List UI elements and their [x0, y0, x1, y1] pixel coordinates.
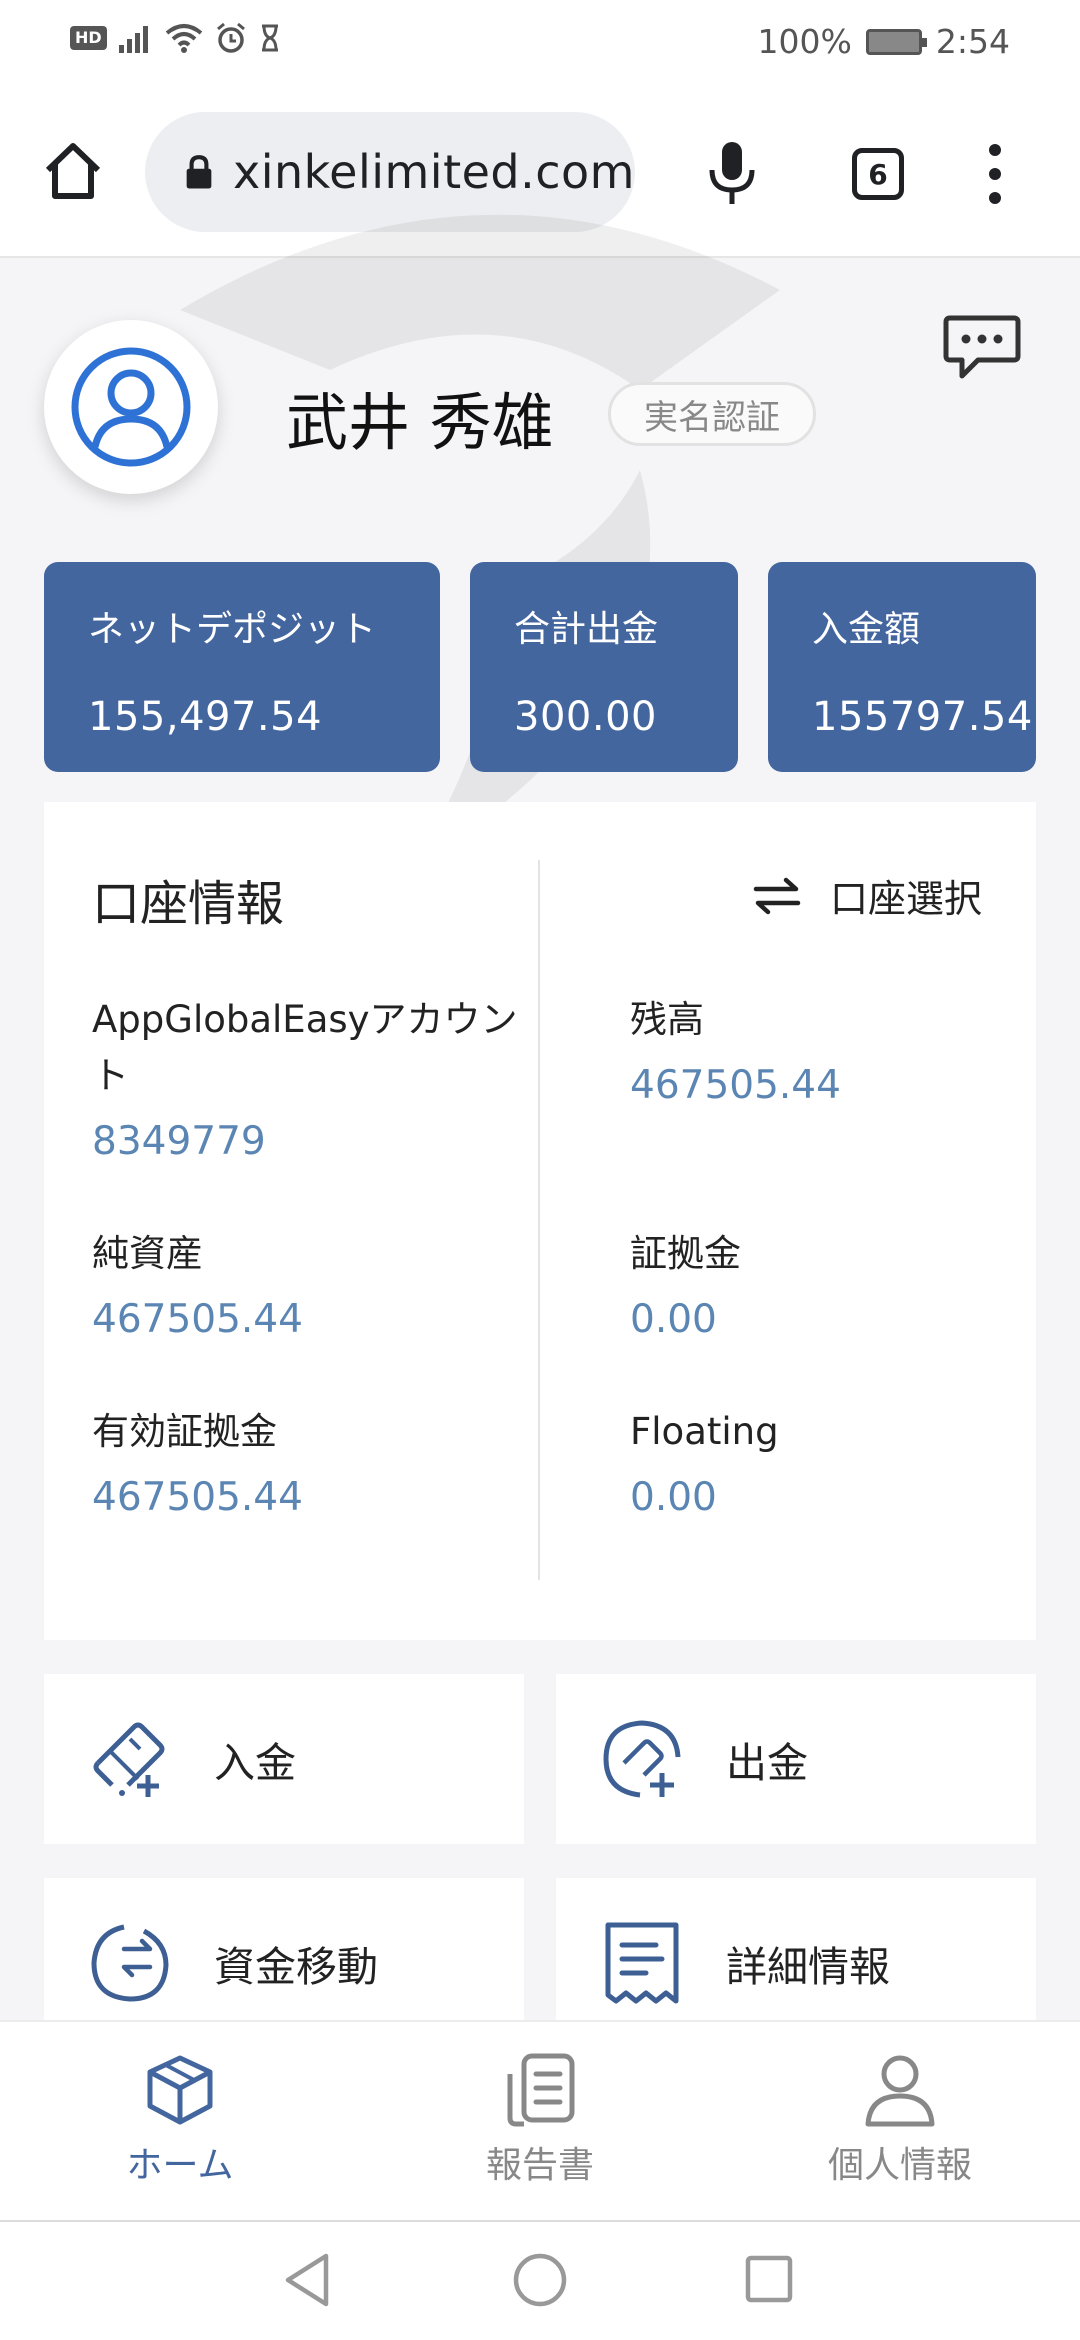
back-triangle-icon — [285, 2253, 329, 2307]
watermark-logo — [180, 214, 780, 870]
alarm-icon — [216, 22, 245, 53]
system-home-button[interactable] — [512, 2252, 568, 2312]
more-vertical-icon — [989, 144, 1001, 204]
withdraw-label: 出金 — [726, 1739, 808, 1787]
balance-field: 残高 467505.44 — [630, 992, 841, 1114]
deposit-button[interactable]: 入金 — [44, 1674, 524, 1844]
recent-square-icon — [745, 2255, 793, 2303]
deposit-amount-value: 155797.54 — [812, 694, 1033, 740]
status-bar: HD 100% 2:54 — [0, 0, 1080, 90]
bottom-navigation: ホーム 報告書 個人情報 — [0, 2020, 1080, 2220]
verification-badge[interactable]: 実名認証 — [608, 382, 816, 446]
total-withdraw-card: 合計出金 300.00 — [470, 562, 738, 772]
message-button[interactable] — [942, 312, 1022, 384]
home-circle-icon — [513, 2253, 567, 2307]
equity-field: 純資産 467505.44 — [92, 1226, 303, 1348]
free-margin-label: 有効証拠金 — [92, 1410, 277, 1453]
panel-divider — [538, 860, 540, 1580]
refresh-transfer-icon — [91, 1924, 169, 2002]
net-deposit-label: ネットデポジット — [88, 609, 377, 650]
fund-transfer-label: 資金移動 — [214, 1943, 378, 1991]
margin-label: 証拠金 — [630, 1232, 741, 1275]
balance-value: 467505.44 — [630, 1063, 841, 1108]
system-recent-apps-button[interactable] — [744, 2254, 794, 2308]
balance-label: 残高 — [630, 998, 704, 1041]
hourglass-icon — [261, 24, 278, 52]
floating-value: 0.00 — [630, 1475, 717, 1520]
hd-badge: HD — [70, 26, 107, 50]
account-number-value: 8349779 — [92, 1119, 266, 1164]
avatar[interactable] — [44, 320, 218, 494]
nav-home-label: ホーム — [126, 2145, 234, 2186]
system-navigation-bar — [0, 2220, 1080, 2340]
status-icons-right: 100% 2:54 — [758, 22, 1010, 61]
account-info-panel: 口座情報 口座選択 AppGlobalEasyアカウント 8349779 残高 … — [44, 802, 1036, 1640]
account-select-button[interactable]: 口座選択 — [752, 868, 982, 923]
user-avatar-icon — [71, 347, 191, 467]
status-icons-left: HD — [70, 22, 281, 54]
net-deposit-value: 155,497.54 — [88, 694, 323, 740]
report-document-icon — [507, 2053, 575, 2127]
circle-card-plus-icon — [603, 1720, 681, 1798]
details-label: 詳細情報 — [726, 1943, 890, 1991]
total-withdraw-label: 合計出金 — [514, 609, 659, 650]
free-margin-field: 有効証拠金 467505.44 — [92, 1404, 303, 1526]
signal-icon — [118, 26, 148, 53]
withdraw-button[interactable]: 出金 — [556, 1674, 1036, 1844]
account-info-title: 口座情報 — [92, 876, 285, 932]
account-select-label: 口座選択 — [830, 877, 983, 921]
equity-value: 467505.44 — [92, 1297, 303, 1342]
account-type-field: AppGlobalEasyアカウント 8349779 — [92, 992, 542, 1170]
browser-menu-button[interactable] — [980, 142, 1010, 206]
account-type-label: AppGlobalEasyアカウント — [92, 998, 518, 1097]
nav-profile[interactable]: 個人情報 — [750, 2052, 1050, 2188]
cube-icon — [147, 2055, 213, 2125]
nav-report-label: 報告書 — [485, 2145, 594, 2186]
margin-field: 証拠金 0.00 — [630, 1226, 741, 1348]
total-withdraw-value: 300.00 — [514, 694, 657, 740]
nav-report[interactable]: 報告書 — [390, 2052, 690, 2188]
system-back-button[interactable] — [282, 2252, 332, 2312]
floating-label: Floating — [630, 1410, 779, 1453]
swap-arrows-icon — [753, 877, 801, 914]
person-icon — [865, 2055, 935, 2127]
nav-profile-label: 個人情報 — [827, 2145, 972, 2186]
free-margin-value: 467505.44 — [92, 1475, 303, 1520]
wifi-icon — [165, 24, 202, 53]
equity-label: 純資産 — [92, 1232, 203, 1275]
margin-value: 0.00 — [630, 1297, 717, 1342]
battery-percent: 100% — [757, 22, 852, 61]
card-plus-icon — [93, 1722, 165, 1797]
chat-bubble-icon — [943, 315, 1021, 379]
receipt-icon — [605, 1922, 679, 2004]
net-deposit-card: ネットデポジット 155,497.54 — [44, 562, 440, 772]
nav-home[interactable]: ホーム — [30, 2052, 330, 2188]
status-time: 2:54 — [935, 22, 1010, 61]
deposit-amount-label: 入金額 — [812, 609, 921, 650]
deposit-label: 入金 — [214, 1739, 296, 1787]
floating-field: Floating 0.00 — [630, 1404, 779, 1526]
user-name: 武井 秀雄 — [286, 386, 554, 459]
battery-icon — [865, 28, 927, 55]
deposit-amount-card: 入金額 155797.54 — [768, 562, 1036, 772]
